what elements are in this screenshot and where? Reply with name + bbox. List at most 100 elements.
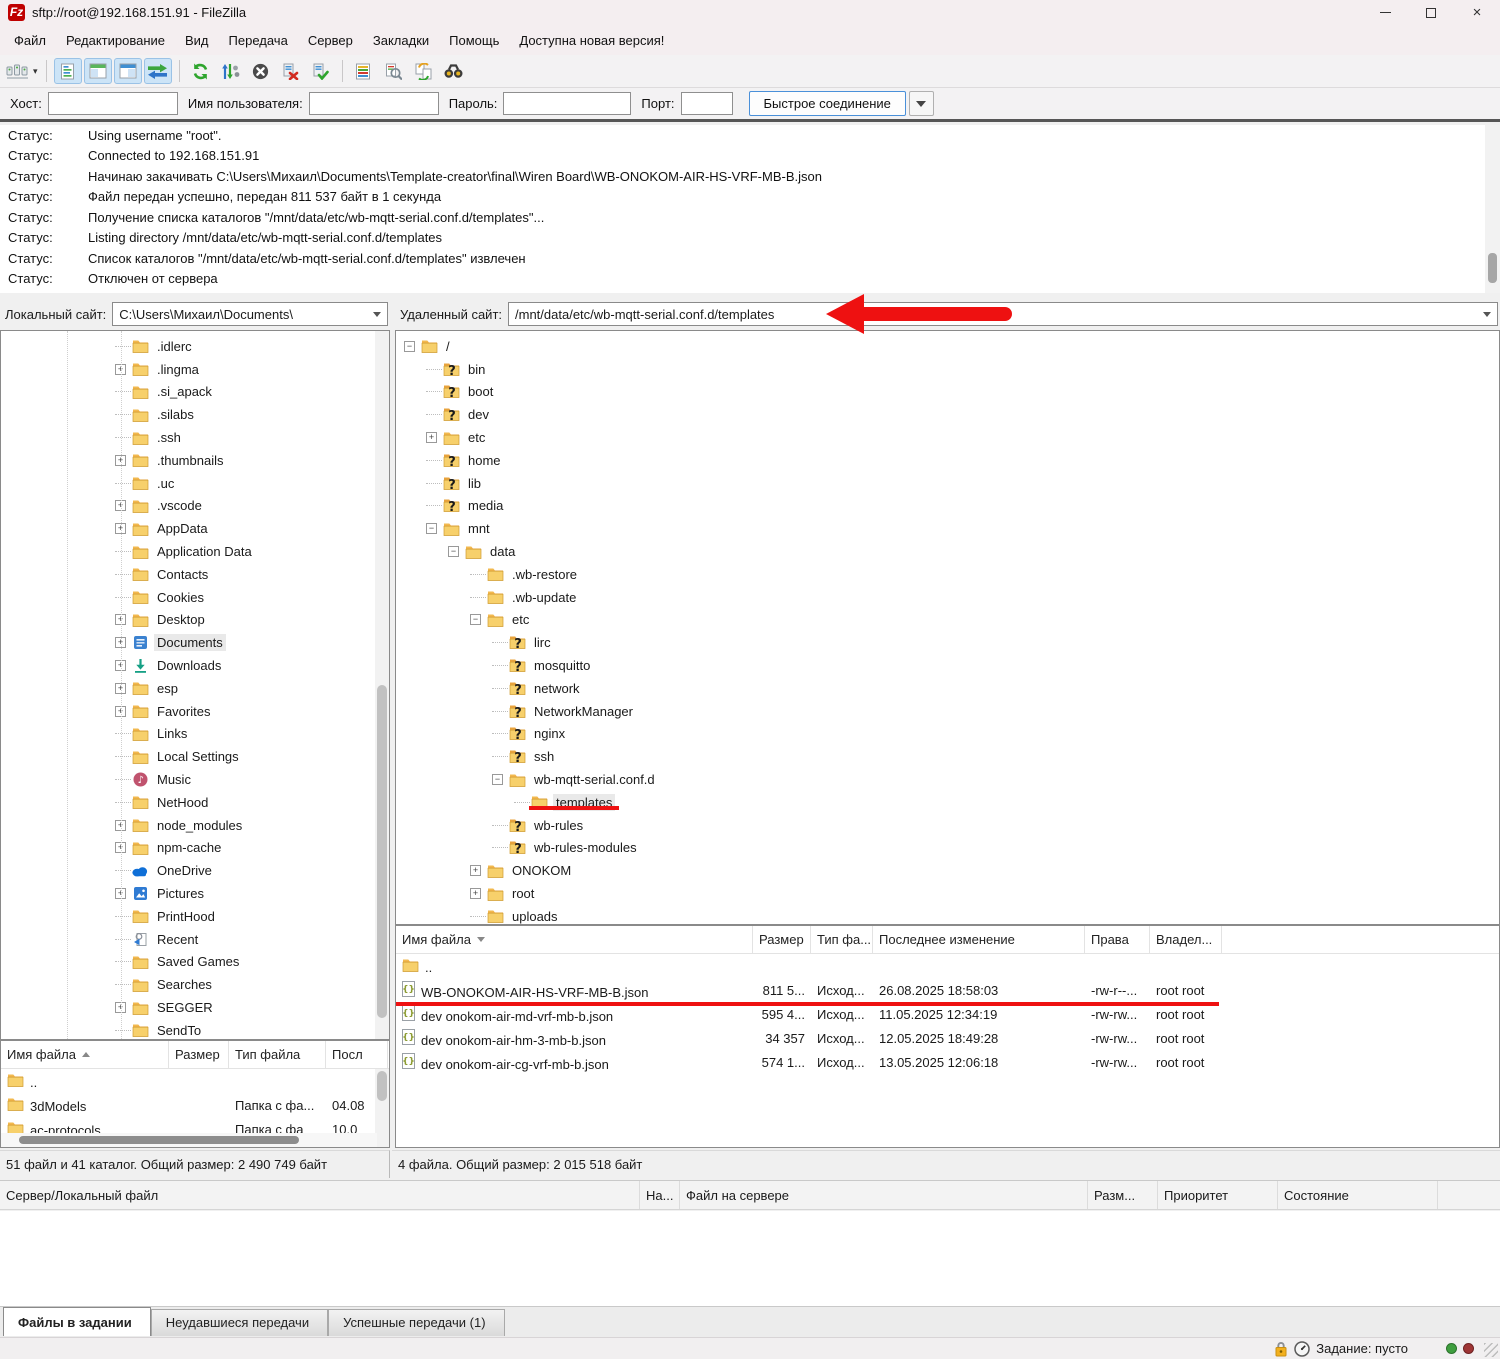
tree-item[interactable]: ?NetworkManager [396, 700, 1499, 723]
tree-item[interactable]: .uc [1, 472, 389, 495]
column-header[interactable]: Тип фа... [811, 926, 873, 953]
expand-icon[interactable]: + [470, 865, 481, 876]
process-queue-button[interactable] [217, 58, 245, 84]
local-tree-scrollbar-thumb[interactable] [377, 685, 387, 1018]
toggle-remote-tree-button[interactable] [114, 58, 142, 84]
site-manager-button[interactable]: ▾ [5, 58, 39, 84]
queue-column-header[interactable]: Состояние [1278, 1181, 1438, 1209]
tree-item[interactable]: +Pictures [1, 882, 389, 905]
tree-item[interactable]: .wb-restore [396, 563, 1499, 586]
tree-item[interactable]: +AppData [1, 517, 389, 540]
tree-item[interactable]: ?boot [396, 381, 1499, 404]
tree-item[interactable]: ?mosquitto [396, 654, 1499, 677]
tree-item[interactable]: Links [1, 723, 389, 746]
tree-item[interactable]: −mnt [396, 517, 1499, 540]
menu-item-7[interactable]: Доступна новая версия! [509, 29, 674, 52]
tree-item[interactable]: +.thumbnails [1, 449, 389, 472]
tree-item[interactable]: Recent [1, 928, 389, 951]
menu-item-3[interactable]: Передача [219, 29, 298, 52]
local-tree-scrollbar[interactable] [375, 331, 389, 1039]
log-scrollbar[interactable] [1485, 125, 1500, 293]
tree-item[interactable]: +SEGGER [1, 996, 389, 1019]
tree-item[interactable]: −etc [396, 609, 1499, 632]
local-list-vscrollbar[interactable] [375, 1069, 389, 1147]
queue-column-header[interactable]: Приоритет [1158, 1181, 1278, 1209]
tree-item[interactable]: +Desktop [1, 609, 389, 632]
tree-item[interactable]: ?lirc [396, 631, 1499, 654]
tree-item[interactable]: +Documents [1, 631, 389, 654]
column-header[interactable]: Размер [753, 926, 811, 953]
tree-item[interactable]: +node_modules [1, 814, 389, 837]
host-input[interactable] [48, 92, 178, 115]
collapse-icon[interactable]: − [426, 523, 437, 534]
tree-item[interactable]: +esp [1, 677, 389, 700]
tree-item[interactable]: ♪Music [1, 768, 389, 791]
column-header[interactable]: Права [1085, 926, 1150, 953]
queue-tab-1[interactable]: Неудавшиеся передачи [151, 1309, 328, 1336]
file-row[interactable]: .. [396, 954, 1499, 978]
menu-item-0[interactable]: Файл [4, 29, 56, 52]
expand-icon[interactable]: + [426, 432, 437, 443]
tree-item[interactable]: Searches [1, 973, 389, 996]
collapse-icon[interactable]: − [404, 341, 415, 352]
tree-item[interactable]: .si_apack [1, 381, 389, 404]
file-row[interactable]: {}WB-ONOKOM-AIR-HS-VRF-MB-B.json811 5...… [396, 978, 1499, 1002]
tree-item[interactable]: ?nginx [396, 723, 1499, 746]
column-header[interactable]: Последнее изменение [873, 926, 1085, 953]
log-scrollbar-thumb[interactable] [1488, 253, 1497, 283]
tree-item[interactable]: OneDrive [1, 859, 389, 882]
tree-item[interactable]: Saved Games [1, 951, 389, 974]
quickconnect-button[interactable]: Быстрое соединение [749, 91, 906, 116]
tree-item[interactable]: +ONOKOM [396, 859, 1499, 882]
tree-item[interactable]: ?wb-rules [396, 814, 1499, 837]
tree-item[interactable]: +etc [396, 426, 1499, 449]
tree-item[interactable]: ?bin [396, 358, 1499, 381]
tree-item[interactable]: ?home [396, 449, 1499, 472]
tree-item[interactable]: ?wb-rules-modules [396, 837, 1499, 860]
file-row[interactable]: .. [1, 1069, 389, 1093]
local-list-vscrollbar-thumb[interactable] [377, 1071, 387, 1101]
tree-item[interactable]: −data [396, 540, 1499, 563]
tree-item[interactable]: NetHood [1, 791, 389, 814]
column-header[interactable]: Владел... [1150, 926, 1222, 953]
maximize-button[interactable] [1408, 0, 1454, 25]
queue-column-header[interactable]: На... [640, 1181, 680, 1209]
tree-item[interactable]: −wb-mqtt-serial.conf.d [396, 768, 1499, 791]
toggle-log-button[interactable] [54, 58, 82, 84]
tree-item[interactable]: Cookies [1, 586, 389, 609]
local-site-combo[interactable]: C:\Users\Михаил\Documents\ [112, 302, 388, 326]
tree-item[interactable]: Contacts [1, 563, 389, 586]
tree-item[interactable]: templates [396, 791, 1499, 814]
quickconnect-dropdown-button[interactable] [909, 91, 934, 116]
menu-item-4[interactable]: Сервер [298, 29, 363, 52]
collapse-icon[interactable]: − [448, 546, 459, 557]
collapse-icon[interactable]: − [492, 774, 503, 785]
queue-column-header[interactable]: Файл на сервере [680, 1181, 1088, 1209]
tree-item[interactable]: +.lingma [1, 358, 389, 381]
queue-column-header[interactable]: Сервер/Локальный файл [0, 1181, 640, 1209]
username-input[interactable] [309, 92, 439, 115]
synchronized-browsing-button[interactable] [410, 58, 438, 84]
tree-item[interactable]: ?media [396, 495, 1499, 518]
tree-item[interactable]: ?lib [396, 472, 1499, 495]
toggle-queue-button[interactable] [144, 58, 172, 84]
tree-item[interactable]: +Downloads [1, 654, 389, 677]
queue-tab-2[interactable]: Успешные передачи (1) [328, 1309, 504, 1336]
tree-item[interactable]: +.vscode [1, 495, 389, 518]
tree-item[interactable]: +npm-cache [1, 837, 389, 860]
close-button[interactable]: × [1454, 0, 1500, 25]
column-header[interactable]: Посл [326, 1041, 388, 1068]
tree-item[interactable]: SendTo [1, 1019, 389, 1040]
reconnect-button[interactable] [307, 58, 335, 84]
queue-column-header[interactable]: Разм... [1088, 1181, 1158, 1209]
column-header[interactable]: Размер [169, 1041, 229, 1068]
menu-item-1[interactable]: Редактирование [56, 29, 175, 52]
menu-item-6[interactable]: Помощь [439, 29, 509, 52]
collapse-icon[interactable]: − [470, 614, 481, 625]
minimize-button[interactable] [1362, 0, 1408, 25]
tree-item[interactable]: .idlerc [1, 335, 389, 358]
tree-item[interactable]: ?ssh [396, 745, 1499, 768]
column-header[interactable]: Тип файла [229, 1041, 326, 1068]
resize-grip[interactable] [1484, 1343, 1498, 1357]
tree-item[interactable]: +root [396, 882, 1499, 905]
